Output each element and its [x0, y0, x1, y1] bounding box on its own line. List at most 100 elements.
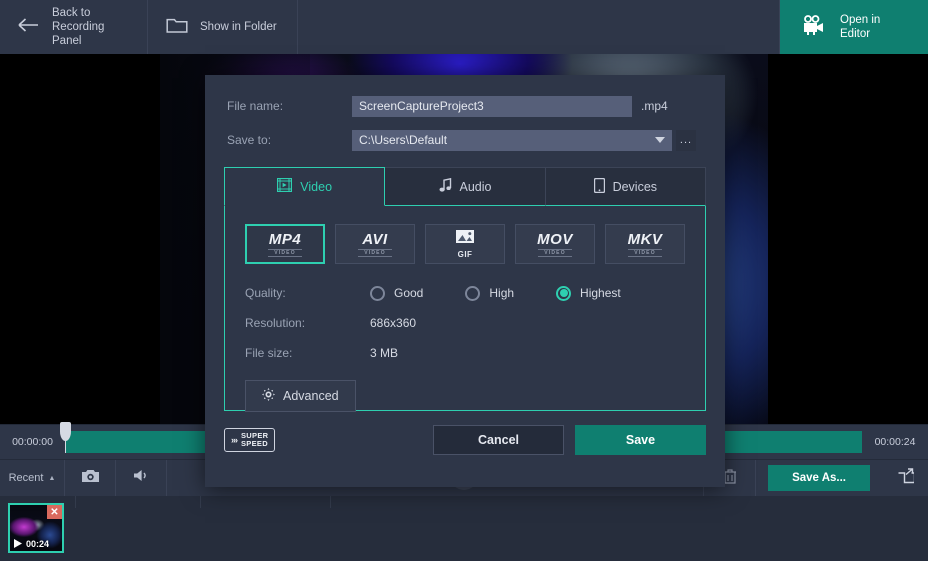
gear-icon	[262, 388, 275, 404]
movie-camera-icon	[802, 15, 826, 39]
tablet-icon	[593, 177, 605, 196]
file-name-label: File name:	[227, 99, 284, 113]
format-sub-avi: VIDEO	[358, 248, 392, 257]
file-size-row: File size: 3 MB	[225, 338, 705, 368]
timeline-start-time: 00:00:00	[12, 436, 53, 448]
settings-tabs-container: Video Audio Devices MP4 VIDEO AVI VIDEO …	[224, 167, 706, 412]
format-button-mov[interactable]: MOV VIDEO	[515, 224, 596, 264]
speaker-icon	[132, 468, 151, 488]
recent-dropdown[interactable]: Recent ▲	[0, 460, 65, 496]
format-sub-mp4: VIDEO	[268, 248, 302, 257]
quality-option-highest[interactable]: Highest	[556, 285, 621, 301]
format-label-avi: AVI	[362, 230, 388, 248]
timeline-end-time: 00:00:24	[874, 436, 916, 448]
thumbnail-duration: 00:24	[26, 539, 50, 549]
format-label-gif: GIF	[457, 250, 473, 259]
quality-label-good: Good	[394, 286, 424, 300]
settings-tabs: Video Audio Devices	[224, 167, 706, 206]
folder-icon	[166, 16, 188, 38]
tab-audio-label: Audio	[459, 179, 492, 194]
file-size-value: 3 MB	[370, 346, 399, 360]
show-in-folder-button[interactable]: Show in Folder	[148, 0, 298, 54]
file-extension-label: .mp4	[641, 99, 668, 113]
tray-divider	[200, 496, 201, 508]
thumbnail-close-button[interactable]: ✕	[47, 505, 62, 519]
share-button[interactable]	[882, 460, 928, 496]
tab-devices-label: Devices	[612, 179, 658, 194]
resolution-row: Resolution: 686x360	[225, 308, 705, 338]
quality-row: Quality: Good High Highest	[225, 278, 705, 308]
quality-label-high: High	[489, 286, 515, 300]
save-to-dropdown[interactable]	[352, 129, 672, 151]
radio-dot	[465, 285, 481, 301]
cancel-button[interactable]: Cancel	[433, 425, 564, 455]
toolbar-spacer	[298, 0, 780, 54]
top-toolbar: Back to Recording Panel Show in Folder O…	[0, 0, 928, 54]
advanced-row: Advanced	[225, 368, 705, 412]
chevron-down-icon[interactable]	[655, 136, 665, 143]
camera-icon	[81, 468, 100, 488]
arrow-left-icon	[18, 18, 40, 36]
recording-thumbnail[interactable]: ✕ 00:24	[8, 503, 64, 553]
audio-button[interactable]	[116, 460, 167, 496]
film-icon	[277, 177, 293, 195]
advanced-button[interactable]: Advanced	[245, 380, 356, 412]
open-in-editor-button[interactable]: Open in Editor	[780, 0, 928, 54]
superspeed-label: SUPER SPEED	[241, 431, 269, 448]
tray-divider	[330, 496, 331, 508]
format-label-mp4: MP4	[268, 230, 302, 248]
quality-label-highest: Highest	[580, 286, 621, 300]
tab-audio[interactable]: Audio	[385, 167, 546, 206]
media-tray: ✕ 00:24	[0, 496, 928, 561]
playhead-handle[interactable]	[60, 422, 71, 441]
format-button-avi[interactable]: AVI VIDEO	[335, 224, 416, 264]
dialog-footer: ››› SUPER SPEED Cancel Save	[205, 411, 725, 455]
tab-video-label: Video	[300, 179, 333, 194]
show-in-folder-label: Show in Folder	[200, 21, 277, 33]
tab-video[interactable]: Video	[224, 167, 386, 206]
format-sub-mkv: VIDEO	[628, 248, 662, 257]
video-settings-panel: MP4 VIDEO AVI VIDEO GIF MOV VIDEO MKV VI…	[224, 206, 706, 412]
play-icon[interactable]	[14, 538, 22, 550]
tray-divider	[75, 496, 76, 508]
caret-up-icon: ▲	[48, 474, 56, 482]
save-as-cell: Save As...	[756, 460, 882, 496]
quality-option-high[interactable]: High	[465, 285, 515, 301]
quality-option-good[interactable]: Good	[370, 285, 424, 301]
save-as-button[interactable]: Save As...	[768, 465, 870, 491]
thumbnail-footer: 00:24	[10, 537, 62, 551]
save-to-row: Save to: ...	[205, 123, 725, 157]
radio-dot	[370, 285, 385, 301]
back-to-recording-panel-button[interactable]: Back to Recording Panel	[0, 0, 148, 54]
resolution-value: 686x360	[370, 316, 417, 330]
image-icon	[455, 229, 475, 249]
format-button-mp4[interactable]: MP4 VIDEO	[245, 224, 326, 264]
format-label-mkv: MKV	[627, 230, 663, 248]
quality-label: Quality:	[245, 286, 286, 300]
save-button[interactable]: Save	[575, 425, 706, 455]
export-settings-dialog: File name: .mp4 Save to: ...	[205, 75, 725, 487]
format-button-gif[interactable]: GIF	[425, 224, 506, 264]
format-sub-mov: VIDEO	[538, 248, 572, 257]
file-name-row: File name: .mp4	[205, 89, 725, 123]
format-button-mkv[interactable]: MKV VIDEO	[605, 224, 686, 264]
open-in-editor-label: Open in Editor	[840, 14, 881, 40]
music-note-icon	[439, 177, 452, 195]
share-icon	[897, 467, 915, 489]
superspeed-badge: ››› SUPER SPEED	[224, 428, 276, 452]
save-to-control: ...	[352, 129, 696, 151]
file-name-input[interactable]	[352, 95, 632, 117]
tab-devices[interactable]: Devices	[545, 167, 706, 206]
recent-label: Recent	[8, 472, 44, 484]
superspeed-arrows-icon: ›››	[231, 435, 238, 445]
save-to-input[interactable]	[352, 129, 672, 151]
browse-folder-button[interactable]: ...	[676, 129, 696, 151]
quality-radio-group: Good High Highest	[370, 285, 621, 301]
back-button-label: Back to Recording Panel	[52, 7, 105, 47]
format-label-mov: MOV	[537, 230, 573, 248]
advanced-label: Advanced	[283, 389, 339, 403]
screenshot-button[interactable]	[65, 460, 116, 496]
file-size-label: File size:	[245, 346, 293, 360]
radio-dot-selected	[556, 285, 572, 301]
save-to-label: Save to:	[227, 133, 272, 147]
